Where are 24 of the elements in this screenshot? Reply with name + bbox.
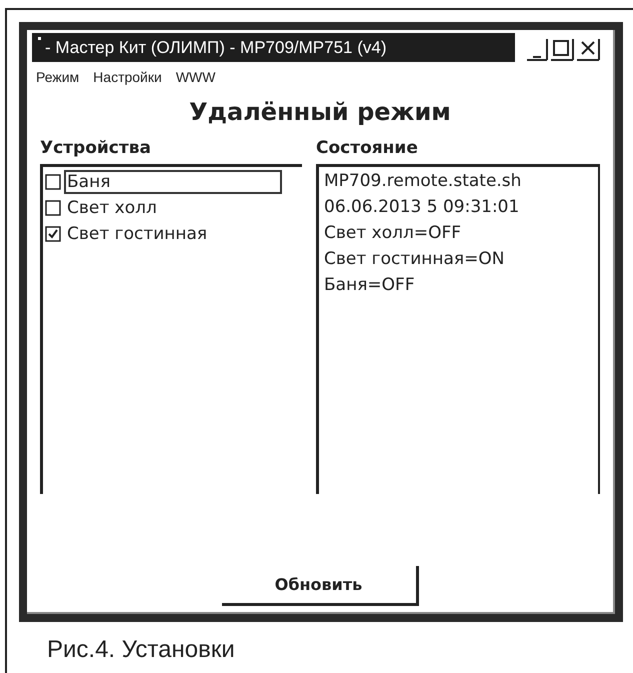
refresh-button[interactable]: Обновить — [222, 566, 418, 606]
maximize-icon[interactable] — [551, 36, 575, 60]
device-item[interactable]: Свет гостинная — [64, 222, 210, 246]
close-icon[interactable] — [577, 36, 601, 60]
state-label: Состояние — [316, 137, 419, 160]
checkbox[interactable] — [45, 226, 61, 242]
checkbox[interactable] — [45, 174, 61, 190]
state-line: 06.06.2013 5 09:31:01 — [324, 196, 520, 218]
checkbox[interactable] — [45, 200, 61, 216]
figure-caption: Рис.4. Установки — [47, 636, 235, 663]
heading: Удалённый режим — [189, 97, 451, 128]
minimize-icon[interactable] — [527, 36, 549, 60]
menu-item[interactable]: WWW — [176, 67, 216, 88]
app-icon — [38, 37, 41, 40]
menu-item[interactable]: Режим — [36, 67, 80, 88]
state-line: Свет холл=OFF — [324, 222, 462, 244]
state-line: Баня=OFF — [324, 274, 416, 296]
state-line: MP709.remote.state.sh — [324, 170, 522, 192]
devices-label: Устройства — [40, 137, 152, 160]
device-item[interactable]: Баня — [64, 170, 282, 194]
device-item[interactable]: Свет холл — [64, 196, 160, 220]
menu-item[interactable]: Настройки — [93, 67, 162, 88]
window-title: - Мастер Кит (ОЛИМП) - MP709/MP751 (v4) — [45, 36, 386, 59]
state-line: Свет гостинная=ON — [324, 248, 506, 270]
